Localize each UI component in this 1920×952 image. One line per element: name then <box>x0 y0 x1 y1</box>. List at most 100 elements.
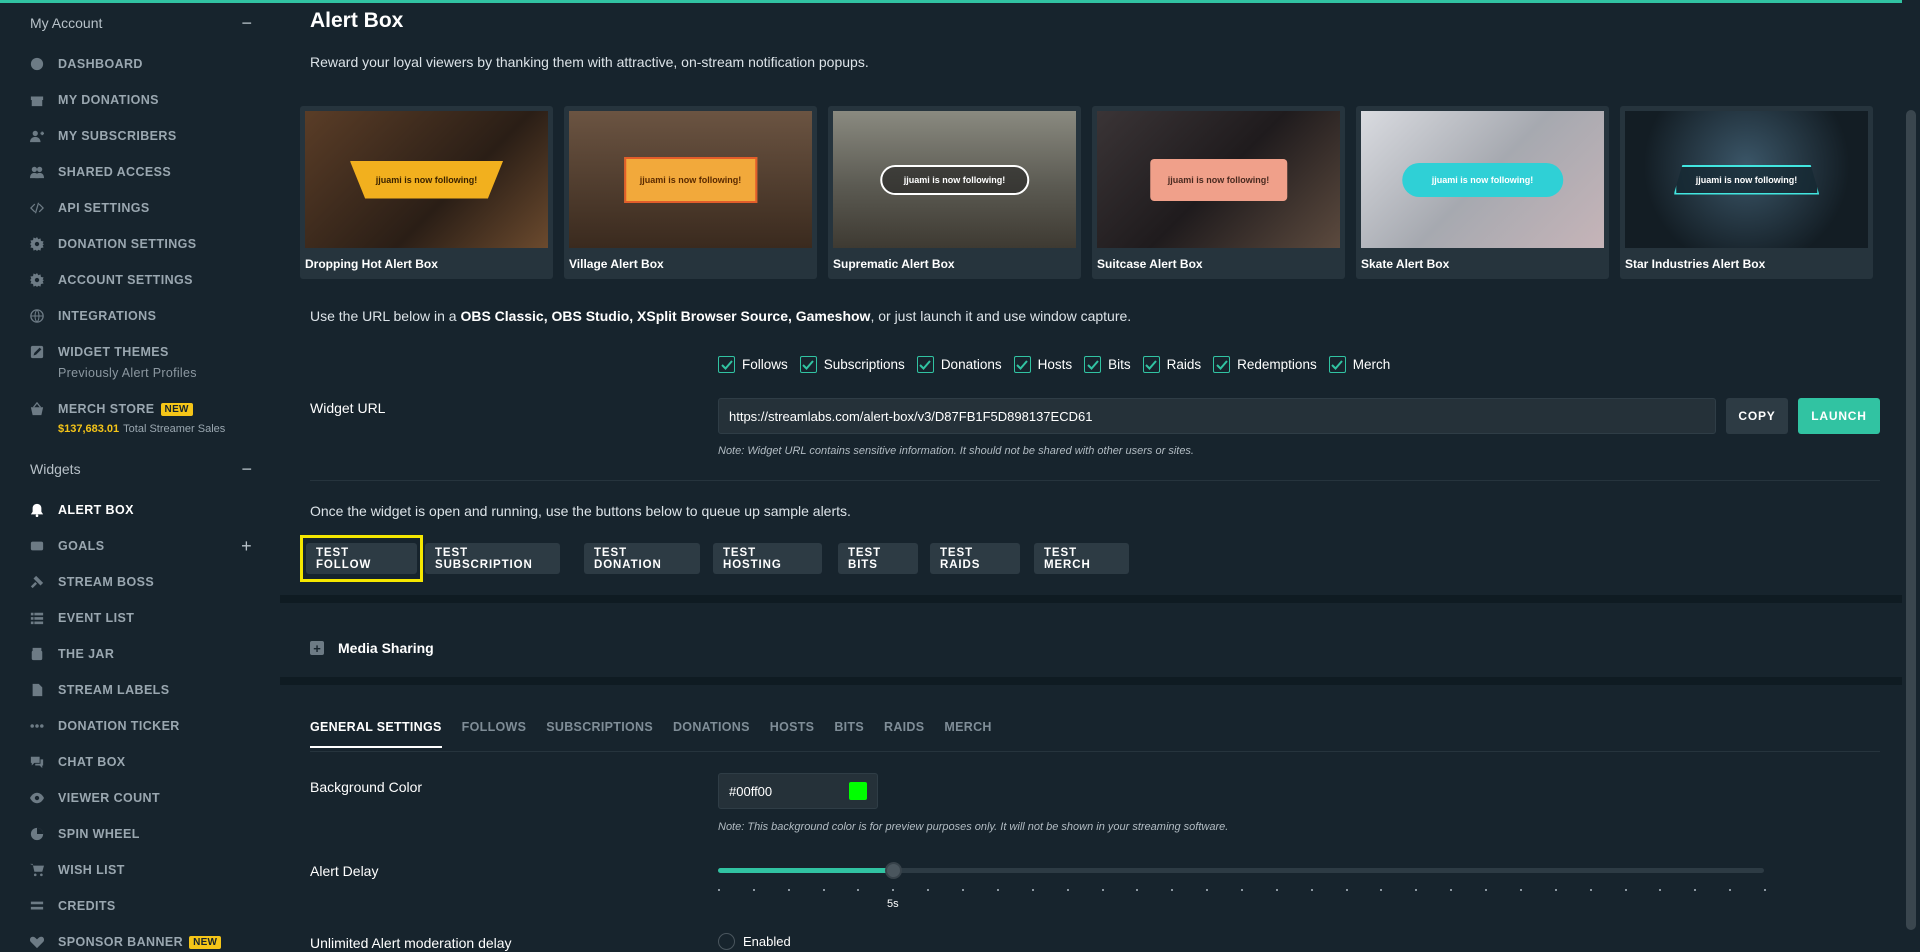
focus-highlight <box>300 535 423 582</box>
theme-card-dropping-hot[interactable]: jjuami is now following! Dropping Hot Al… <box>300 106 553 279</box>
tab-donations[interactable]: DONATIONS <box>673 720 750 748</box>
test-hosting-button[interactable]: TEST HOSTING <box>713 543 822 574</box>
sidebar-item-merch-store[interactable]: MERCH STORE NEW <box>30 399 252 419</box>
checkbox-label: Hosts <box>1037 357 1073 372</box>
tab-general-settings[interactable]: GENERAL SETTINGS <box>310 720 442 748</box>
gear-icon <box>30 273 44 287</box>
check-icon[interactable] <box>916 356 934 373</box>
sidebar-item-sponsor-banner[interactable]: SPONSOR BANNER NEW <box>30 932 252 952</box>
sidebar-item-api-settings[interactable]: API SETTINGS <box>30 198 252 218</box>
theme-card-village[interactable]: jjuami is now following! Village Alert B… <box>564 106 817 279</box>
url-info-suffix: , or just launch it and use window captu… <box>870 308 1132 324</box>
checkbox-follows[interactable]: Follows <box>718 356 788 373</box>
theme-name: Skate Alert Box <box>1361 257 1450 271</box>
theme-card-suprematic[interactable]: jjuami is now following! Suprematic Aler… <box>828 106 1081 279</box>
check-icon[interactable] <box>1142 356 1160 373</box>
collapse-icon[interactable]: − <box>241 14 252 32</box>
theme-card-skate[interactable]: jjuami is now following! Skate Alert Box <box>1356 106 1609 279</box>
check-icon[interactable] <box>1013 356 1031 373</box>
checkbox-merch[interactable]: Merch <box>1328 356 1390 373</box>
checkbox-label: Bits <box>1108 357 1131 372</box>
copy-button[interactable]: COPY <box>1726 398 1788 434</box>
theme-name: Suitcase Alert Box <box>1097 257 1203 271</box>
media-sharing-toggle[interactable]: + Media Sharing <box>310 640 434 656</box>
intro-text: Reward your loyal viewers by thanking th… <box>310 54 869 70</box>
my-account-header[interactable]: My Account − <box>30 14 252 32</box>
media-sharing-label: Media Sharing <box>338 640 434 656</box>
sidebar-item-event-list[interactable]: EVENT LIST <box>30 608 252 628</box>
tab-hosts[interactable]: HOSTS <box>770 720 815 748</box>
checkbox-bits[interactable]: Bits <box>1084 356 1131 373</box>
sidebar-item-stream-labels[interactable]: STREAM LABELS <box>30 680 252 700</box>
list-icon <box>30 611 44 625</box>
tab-bits[interactable]: BITS <box>834 720 864 748</box>
checkbox-hosts[interactable]: Hosts <box>1013 356 1073 373</box>
test-donation-button[interactable]: TEST DONATION <box>584 543 700 574</box>
test-raids-button[interactable]: TEST RAIDS <box>930 543 1020 574</box>
slider-thumb[interactable] <box>884 862 902 879</box>
sidebar-item-the-jar[interactable]: THE JAR <box>30 644 252 664</box>
widgets-header[interactable]: Widgets − <box>30 460 252 478</box>
theme-thumbnail: jjuami is now following! <box>569 111 812 248</box>
check-icon[interactable] <box>799 356 817 373</box>
sidebar-item-my-subscribers[interactable]: MY SUBSCRIBERS <box>30 126 252 146</box>
alert-delay-slider[interactable] <box>718 862 1764 879</box>
test-subscription-button[interactable]: TEST SUBSCRIPTION <box>425 543 560 574</box>
sidebar-item-shared-access[interactable]: SHARED ACCESS <box>30 162 252 182</box>
sidebar-item-alert-box[interactable]: ALERT BOX <box>30 500 252 520</box>
color-swatch[interactable] <box>849 782 867 800</box>
tab-merch[interactable]: MERCH <box>944 720 991 748</box>
sidebar-item-goals[interactable]: GOALS + <box>30 536 252 556</box>
sidebar-item-credits[interactable]: CREDITS <box>30 896 252 916</box>
sidebar-item-donation-ticker[interactable]: DONATION TICKER <box>30 716 252 736</box>
moderation-enabled-radio[interactable]: Enabled <box>718 933 791 950</box>
checkbox-raids[interactable]: Raids <box>1142 356 1201 373</box>
tab-follows[interactable]: FOLLOWS <box>462 720 527 748</box>
test-bits-button[interactable]: TEST BITS <box>838 543 918 574</box>
sidebar-item-chat-box[interactable]: CHAT BOX <box>30 752 252 772</box>
sidebar-item-label: INTEGRATIONS <box>58 309 157 323</box>
add-icon[interactable]: + <box>241 536 252 557</box>
checkbox-redemptions[interactable]: Redemptions <box>1213 356 1317 373</box>
expand-icon[interactable]: + <box>310 641 324 655</box>
sidebar-item-dashboard[interactable]: DASHBOARD <box>30 54 252 74</box>
widget-url-input[interactable]: https://streamlabs.com/alert-box/v3/D87F… <box>718 398 1716 434</box>
check-icon[interactable] <box>1084 356 1102 373</box>
sidebar-item-spin-wheel[interactable]: SPIN WHEEL <box>30 824 252 844</box>
check-icon[interactable] <box>1328 356 1346 373</box>
checkbox-donations[interactable]: Donations <box>916 356 1002 373</box>
tab-raids[interactable]: RAIDS <box>884 720 924 748</box>
checkbox-subscriptions[interactable]: Subscriptions <box>799 356 905 373</box>
sidebar-item-label: SHARED ACCESS <box>58 165 172 179</box>
sidebar-item-donation-settings[interactable]: DONATION SETTINGS <box>30 234 252 254</box>
check-icon[interactable] <box>1213 356 1231 373</box>
sidebar-item-wish-list[interactable]: WISH LIST <box>30 860 252 880</box>
scrollbar[interactable] <box>1902 0 1920 951</box>
radio-icon[interactable] <box>718 933 735 950</box>
scrollbar-thumb[interactable] <box>1906 110 1916 930</box>
theme-card-star-industries[interactable]: jjuami is now following! Star Industries… <box>1620 106 1873 279</box>
slider-tick <box>1241 889 1243 891</box>
theme-thumbnail: jjuami is now following! <box>1625 111 1868 248</box>
slider-tick <box>1450 889 1453 891</box>
test-merch-button[interactable]: TEST MERCH <box>1034 543 1129 574</box>
sidebar-item-label: THE JAR <box>58 647 115 661</box>
slider-tick <box>1275 889 1278 891</box>
sidebar-item-widget-themes[interactable]: WIDGET THEMES <box>30 342 252 362</box>
background-color-input[interactable]: #00ff00 <box>718 773 878 809</box>
tab-subscriptions[interactable]: SUBSCRIPTIONS <box>546 720 653 748</box>
merch-sales: $137,683.01 Total Streamer Sales <box>58 423 225 435</box>
slider-fill <box>718 868 893 873</box>
collapse-icon[interactable]: − <box>241 460 252 478</box>
launch-button[interactable]: LAUNCH <box>1798 398 1880 434</box>
sidebar-item-integrations[interactable]: INTEGRATIONS <box>30 306 252 326</box>
sidebar-item-viewer-count[interactable]: VIEWER COUNT <box>30 788 252 808</box>
sidebar-item-label: EVENT LIST <box>58 611 135 625</box>
page-title: Alert Box <box>310 9 404 32</box>
theme-card-suitcase[interactable]: jjuami is now following! Suitcase Alert … <box>1092 106 1345 279</box>
check-icon[interactable] <box>718 356 735 373</box>
sidebar-item-account-settings[interactable]: ACCOUNT SETTINGS <box>30 270 252 290</box>
sidebar-item-stream-boss[interactable]: STREAM BOSS <box>30 572 252 592</box>
slider-tick <box>1066 889 1069 891</box>
sidebar-item-my-donations[interactable]: MY DONATIONS <box>30 90 252 110</box>
